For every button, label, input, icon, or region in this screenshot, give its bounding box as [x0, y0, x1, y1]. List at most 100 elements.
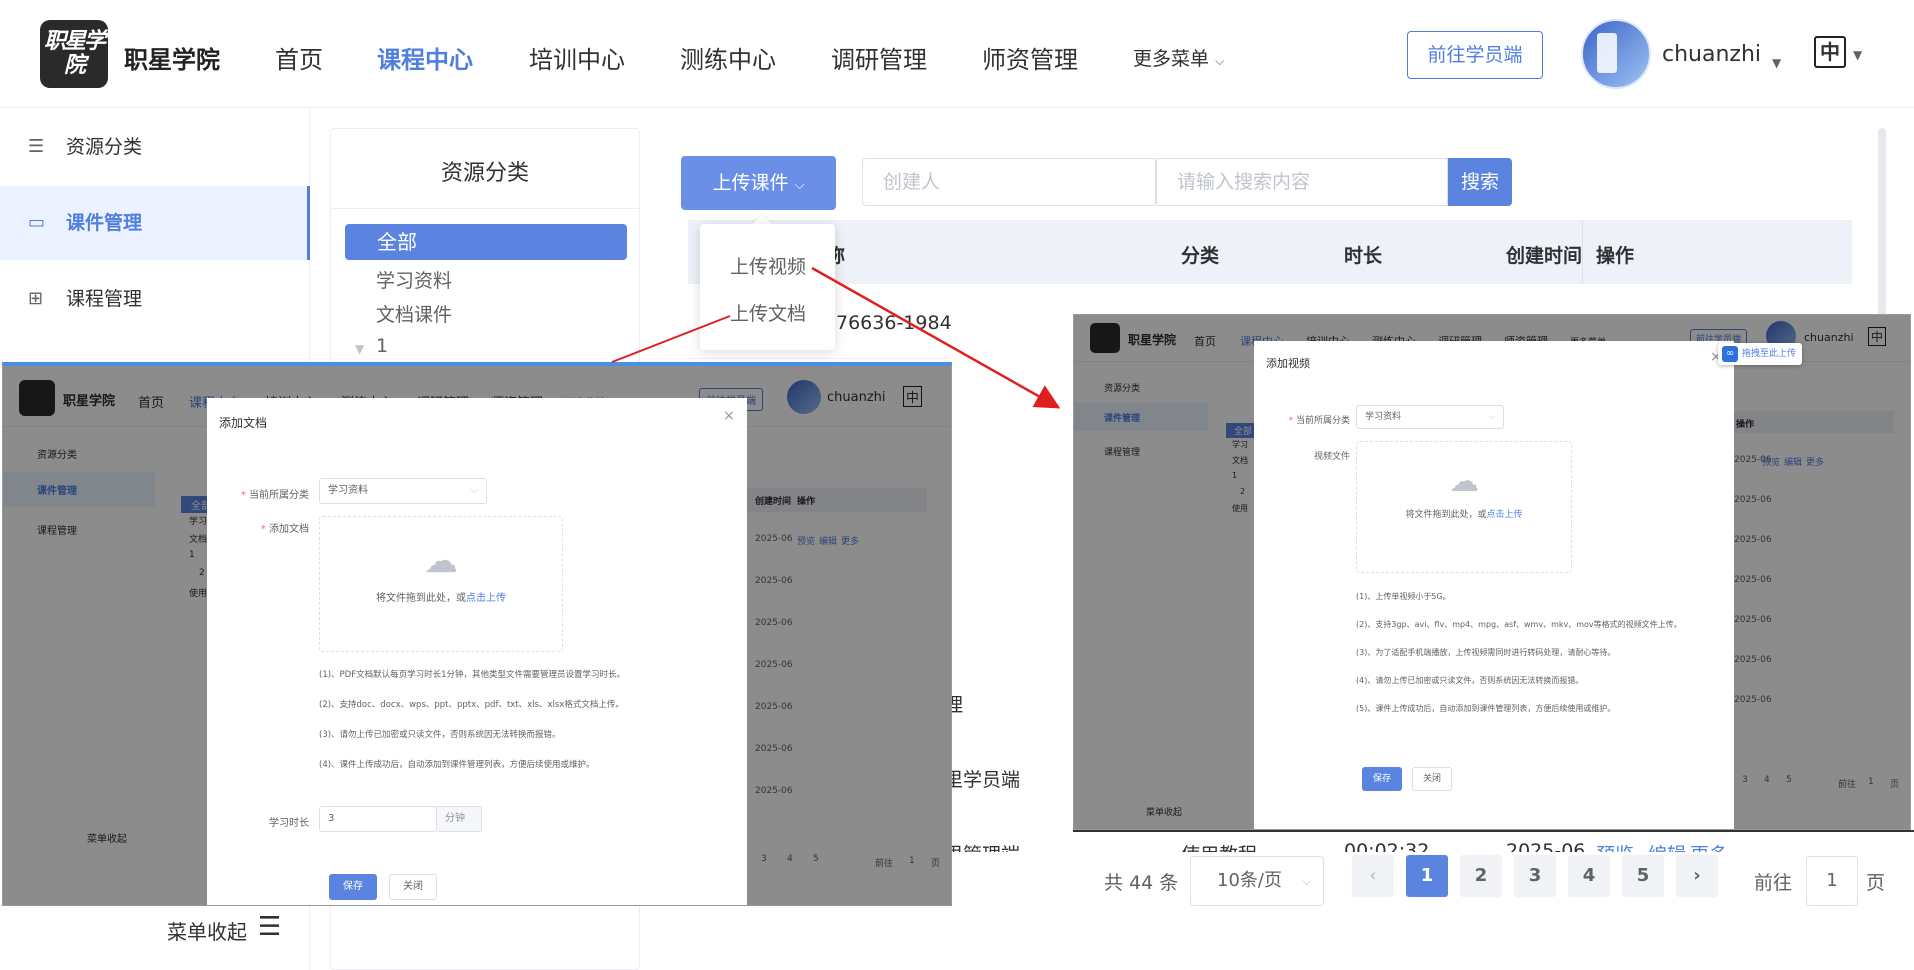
duration-input[interactable]: 3	[319, 806, 437, 832]
table-cell: 2025-06	[1506, 840, 1586, 852]
category-item-doc[interactable]: 文档课件	[376, 300, 452, 327]
tree-expand-icon[interactable]: ▼	[355, 342, 364, 356]
sidebar-item-course[interactable]: ⊞ 课程管理	[0, 262, 310, 336]
folder-icon: ▭	[28, 212, 46, 233]
note-5: (5)、课件上传成功后，自动添加到课件管理列表，方便后续使用或维护。	[1356, 704, 1616, 713]
page-2[interactable]: 2	[1460, 855, 1502, 897]
page-unit: 页	[1866, 872, 1886, 894]
upload-dropdown	[700, 224, 835, 350]
user-caret-icon[interactable]: ▼	[1772, 56, 1781, 70]
nav-teachers[interactable]: 师资管理	[982, 40, 1078, 75]
preview-link[interactable]: 预览	[1596, 840, 1634, 852]
sidebar-item-courseware[interactable]: ▭ 课件管理	[0, 186, 310, 260]
search-input[interactable]: 请输入搜索内容	[1156, 158, 1448, 206]
page-1[interactable]: 1	[1406, 855, 1448, 897]
dialog-title: 添加文档	[219, 416, 268, 430]
page-4[interactable]: 4	[1568, 855, 1610, 897]
save-button[interactable]: 保存	[1362, 767, 1402, 791]
menu-collapse-label[interactable]: 菜单收起	[167, 916, 247, 945]
close-button[interactable]: 关闭	[1412, 767, 1452, 791]
book-icon: ⊞	[28, 288, 44, 309]
doc-dialog-screenshot: 职星学院 首页 课程中心 培训中心 测练中心 调研管理 师资管理 更多菜单 前往…	[2, 362, 952, 906]
nav-more[interactable]: 更多菜单 ⌵	[1133, 44, 1224, 71]
col-category: 分类	[1181, 245, 1220, 267]
col-created: 创建时间	[1506, 245, 1583, 267]
top-header: 职星学院 职星学院 首页 课程中心 培训中心 测练中心 调研管理 师资管理 更多…	[0, 0, 1914, 108]
edit-link[interactable]: 编辑	[1648, 840, 1686, 852]
lang-caret-icon[interactable]: ▼	[1853, 48, 1862, 62]
table-cell: 00:02:32	[1344, 840, 1430, 852]
upload-courseware-button[interactable]: 上传课件 ⌵	[681, 156, 836, 210]
next-page-button[interactable]: ›	[1676, 855, 1718, 897]
logo[interactable]: 职星学院	[40, 20, 108, 88]
nav-more-label: 更多菜单	[1133, 48, 1210, 70]
upload-label: 上传课件	[712, 172, 789, 194]
duration-unit: 分钟	[436, 806, 482, 832]
category-select[interactable]: 学习资料 ⌵	[1356, 405, 1504, 429]
prev-page-button[interactable]: ‹	[1352, 855, 1394, 897]
nav-training-center[interactable]: 培训中心	[529, 40, 625, 75]
file-label: 视频文件	[1313, 452, 1350, 462]
goto-page-input[interactable]: 1	[1806, 856, 1858, 906]
table-cell: 里学员端	[944, 769, 1021, 791]
nav-survey[interactable]: 调研管理	[831, 40, 927, 75]
avatar[interactable]	[1581, 19, 1651, 89]
page-5[interactable]: 5	[1622, 855, 1664, 897]
close-button[interactable]: 关闭	[389, 874, 437, 900]
nav-course-center[interactable]: 课程中心	[377, 40, 473, 75]
col-actions: 操作	[1596, 245, 1635, 267]
chevron-down-icon: ⌵	[470, 485, 478, 496]
click-upload-link[interactable]: 点击上传	[466, 593, 506, 604]
cloud-upload-icon: ☁	[1449, 464, 1479, 499]
page-size-value: 10条/页	[1217, 870, 1282, 891]
file-label: * 添加文档	[260, 524, 309, 535]
chevron-down-icon: ⌵	[1488, 412, 1495, 422]
menu-item-upload-video[interactable]: 上传视频	[730, 252, 806, 279]
sidebar-item-resource-category[interactable]: ☰ 资源分类	[0, 110, 310, 184]
chevron-down-icon: ⌵	[1301, 874, 1311, 888]
category-item-study[interactable]: 学习资料	[376, 266, 452, 293]
category-item-1[interactable]: 1	[376, 335, 388, 357]
menu-collapse-icon[interactable]: ☰	[258, 912, 281, 942]
drag-upload-tip[interactable]: ∞ 拖拽至此上传	[1718, 343, 1802, 365]
video-dialog-screenshot: 职星学院 首页 课程中心 培训中心 测练中心 调研管理 师资管理 更多菜单 前往…	[1073, 314, 1911, 830]
language-switch[interactable]: 中	[1814, 36, 1846, 68]
more-link[interactable]: 更多	[1690, 840, 1728, 852]
pager-total: 共 44 条	[1104, 872, 1179, 894]
menu-item-upload-doc[interactable]: 上传文档	[730, 299, 806, 326]
page-3[interactable]: 3	[1514, 855, 1556, 897]
close-icon[interactable]: ×	[723, 408, 735, 424]
nav-practice-center[interactable]: 测练中心	[680, 40, 776, 75]
note-3: (3)、请勿上传已加密或只读文件，否则系统因无法转换而报错。	[319, 730, 561, 740]
category-title: 资源分类	[441, 161, 530, 186]
cloud-upload-icon: ☁	[424, 541, 458, 581]
note-1: (1)、PDF文档默认每页学习时长1分钟，其他类型文件需要管理员设置学习时长。	[319, 670, 626, 680]
cloud-icon: ∞	[1722, 346, 1738, 362]
click-upload-link[interactable]: 点击上传	[1487, 510, 1523, 520]
drag-upload-label: 拖拽至此上传	[1742, 349, 1797, 359]
creator-input[interactable]: 创建人	[862, 158, 1156, 206]
note-4: (4)、请勿上传已加密或只读文件，否则系统因无法转换而报错。	[1356, 676, 1584, 685]
search-button[interactable]: 搜索	[1448, 158, 1512, 206]
file-drop-area[interactable]: ☁ 将文件拖到此处，或点击上传	[1356, 441, 1572, 573]
table-cell: 使用教程	[1181, 840, 1257, 852]
category-item-all[interactable]: 全部	[345, 224, 627, 260]
note-2: (2)、支持doc、docx、wps、ppt、pptx、pdf、txt、xls、…	[319, 700, 624, 710]
category-value: 学习资料	[1365, 412, 1402, 422]
page-size-select[interactable]: 10条/页 ⌵	[1190, 856, 1324, 906]
col-duration: 时长	[1344, 245, 1383, 267]
file-drop-area[interactable]: ☁ 将文件拖到此处，或点击上传	[319, 516, 563, 652]
note-1: (1)、上传单视频小于5G。	[1356, 592, 1451, 601]
note-2: (2)、支持3gp、avi、flv、mp4、mpg、asf、wmv、mkv、mo…	[1356, 620, 1682, 629]
nav-home[interactable]: 首页	[275, 40, 323, 75]
note-3: (3)、为了适配手机端播放，上传视频需同时进行转码处理，请耐心等待。	[1356, 648, 1616, 657]
student-portal-button[interactable]: 前往学员端	[1407, 31, 1543, 79]
category-label: * 当前所属分类	[1288, 416, 1350, 426]
username[interactable]: chuanzhi	[1662, 42, 1761, 67]
dialog-title: 添加视频	[1266, 357, 1310, 370]
chevron-down-icon: ⌵	[794, 178, 805, 193]
sidebar-item-label: 资源分类	[66, 136, 143, 158]
save-button[interactable]: 保存	[329, 874, 377, 900]
duration-label: 学习时长	[269, 818, 309, 829]
category-select[interactable]: 学习资料 ⌵	[319, 478, 487, 504]
